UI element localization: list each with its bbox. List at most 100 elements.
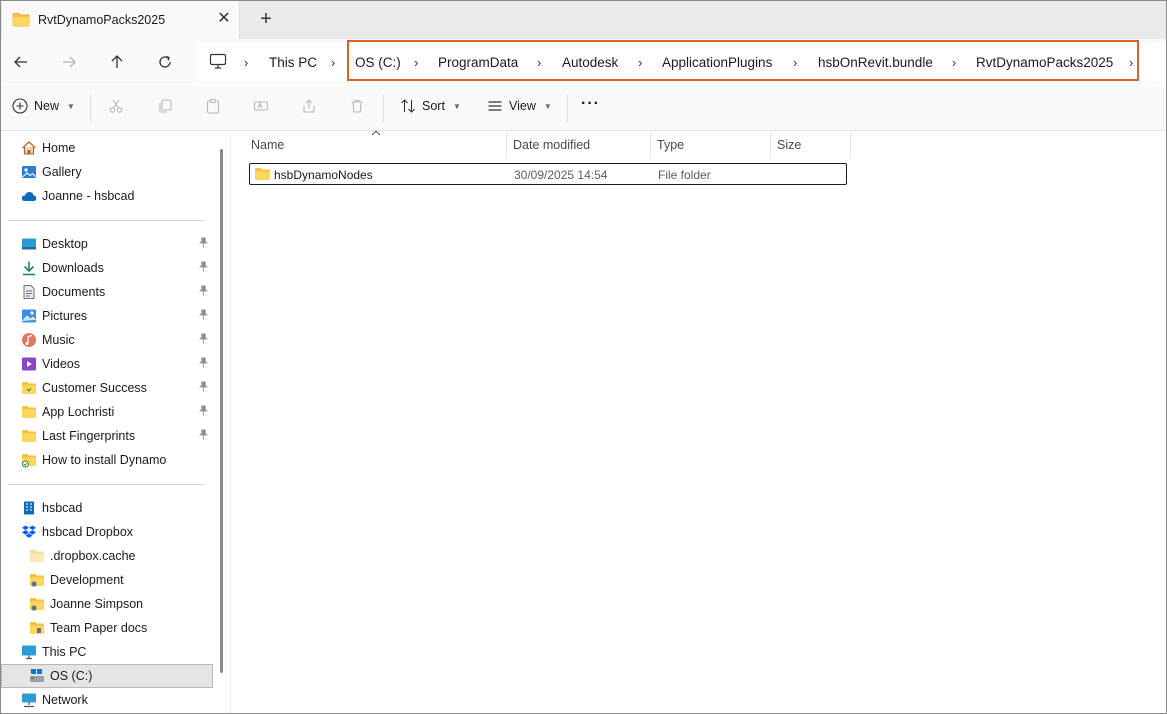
desktop-icon bbox=[22, 238, 36, 250]
sidebar-item-label: Music bbox=[42, 333, 75, 347]
sidebar-item-music[interactable]: Music bbox=[1, 328, 213, 352]
table-row[interactable]: hsbDynamoNodes 30/09/2025 14:54 File fol… bbox=[249, 163, 847, 185]
column-header-size[interactable]: Size bbox=[771, 132, 851, 158]
sidebar-item-joanne-hsbcad[interactable]: Joanne - hsbcad bbox=[1, 184, 213, 208]
refresh-button[interactable] bbox=[153, 50, 177, 74]
pin-icon[interactable] bbox=[198, 405, 209, 419]
folder-icon bbox=[30, 550, 44, 562]
view-button[interactable]: View ▼ bbox=[487, 98, 552, 114]
music-icon bbox=[22, 333, 36, 347]
breadcrumb-separator: › bbox=[537, 55, 542, 70]
cloud-icon bbox=[21, 192, 37, 201]
folder-icon bbox=[22, 430, 36, 442]
sidebar-item-development[interactable]: Development bbox=[1, 568, 213, 592]
pin-icon[interactable] bbox=[198, 285, 209, 299]
sidebar-item-this-pc[interactable]: This PC bbox=[1, 640, 213, 664]
tab-title: RvtDynamoPacks2025 bbox=[38, 13, 166, 27]
sidebar-divider bbox=[8, 484, 204, 485]
pin-icon[interactable] bbox=[198, 309, 209, 323]
delete-button[interactable] bbox=[349, 98, 365, 114]
sidebar-item-label: This PC bbox=[42, 645, 87, 659]
breadcrumb-rvtdynamopacks2025[interactable]: RvtDynamoPacks2025 bbox=[976, 55, 1113, 70]
up-button[interactable] bbox=[105, 50, 129, 74]
sidebar-item-joanne-simpson[interactable]: Joanne Simpson bbox=[1, 592, 213, 616]
sidebar-item-videos[interactable]: Videos bbox=[1, 352, 213, 376]
file-type: File folder bbox=[658, 168, 711, 182]
cut-button[interactable] bbox=[108, 98, 124, 114]
breadcrumb-separator[interactable]: › bbox=[1129, 55, 1133, 70]
pin-icon[interactable] bbox=[198, 381, 209, 395]
pin-icon[interactable] bbox=[198, 237, 209, 251]
sidebar-item-hsbcad-dropbox[interactable]: hsbcad Dropbox bbox=[1, 520, 213, 544]
pin-icon[interactable] bbox=[198, 429, 209, 443]
view-label: View bbox=[509, 99, 536, 113]
home-icon bbox=[22, 141, 36, 155]
sidebar-item-label: Documents bbox=[42, 285, 106, 299]
sidebar-item-home[interactable]: Home bbox=[1, 136, 213, 160]
new-label: New bbox=[34, 99, 60, 113]
sidebar-item-pictures[interactable]: Pictures bbox=[1, 304, 213, 328]
back-button[interactable] bbox=[9, 50, 33, 74]
new-tab-button[interactable]: + bbox=[255, 9, 277, 31]
sidebar-item-desktop[interactable]: Desktop bbox=[1, 232, 213, 256]
paste-button[interactable] bbox=[205, 98, 221, 114]
rename-button[interactable] bbox=[253, 98, 269, 114]
breadcrumb-programdata[interactable]: ProgramData bbox=[438, 55, 518, 70]
gallery-icon bbox=[22, 166, 36, 178]
sidebar-item-last-fingerprints[interactable]: Last Fingerprints bbox=[1, 424, 213, 448]
sidebar-item-os-c[interactable]: OS (C:) bbox=[1, 664, 213, 688]
pin-icon[interactable] bbox=[198, 333, 209, 347]
sidebar-item-how-to-install-dynamo[interactable]: How to install Dynamo bbox=[1, 448, 213, 472]
pin-icon[interactable] bbox=[198, 357, 209, 371]
forward-button[interactable] bbox=[57, 50, 81, 74]
sidebar-item-label: Joanne - hsbcad bbox=[42, 189, 135, 203]
arrow-up-icon bbox=[111, 55, 123, 68]
column-header-type[interactable]: Type bbox=[651, 132, 771, 158]
breadcrumb-autodesk[interactable]: Autodesk bbox=[562, 55, 618, 70]
sidebar-item-documents[interactable]: Documents bbox=[1, 280, 213, 304]
sidebar-item-network[interactable]: Network bbox=[1, 688, 213, 712]
tab-rvtdynamopacks2025[interactable]: RvtDynamoPacks2025 ✕ bbox=[2, 1, 240, 39]
sidebar-item-customer-success[interactable]: Customer Success bbox=[1, 376, 213, 400]
more-options-button[interactable]: ··· bbox=[581, 95, 600, 113]
sort-label: Sort bbox=[422, 99, 445, 113]
new-button[interactable]: New ▼ bbox=[12, 98, 75, 114]
sidebar-item-team-paper-docs[interactable]: Team Paper docs bbox=[1, 616, 213, 640]
breadcrumb-this-pc[interactable]: This PC bbox=[269, 55, 317, 70]
sidebar-item-label: Pictures bbox=[42, 309, 88, 323]
sidebar-item-hsbcad[interactable]: hsbcad bbox=[1, 496, 213, 520]
download-icon bbox=[23, 261, 35, 276]
copy-button[interactable] bbox=[157, 98, 173, 114]
sidebar-item-dropbox-cache[interactable]: .dropbox.cache bbox=[1, 544, 213, 568]
scrollbar-thumb[interactable] bbox=[220, 149, 223, 673]
videos-icon bbox=[22, 357, 36, 371]
file-list: Name Date modified Type Size hsbDynamoNo… bbox=[230, 130, 1166, 713]
breadcrumb-applicationplugins[interactable]: ApplicationPlugins bbox=[662, 55, 772, 70]
sidebar-item-label: OS (C:) bbox=[50, 669, 93, 683]
sidebar-item-label: Development bbox=[50, 573, 124, 587]
folder-icon bbox=[12, 12, 30, 30]
trash-icon bbox=[351, 99, 363, 113]
sidebar-item-app-lochristi[interactable]: App Lochristi bbox=[1, 400, 213, 424]
file-date-modified: 30/09/2025 14:54 bbox=[514, 168, 608, 182]
sidebar-item-label: Downloads bbox=[42, 261, 104, 275]
sidebar-item-label: hsbcad bbox=[42, 501, 83, 515]
close-tab-icon[interactable]: ✕ bbox=[214, 9, 234, 29]
breadcrumb-hsbonrevit-bundle[interactable]: hsbOnRevit.bundle bbox=[818, 55, 933, 70]
sidebar-scrollbar[interactable] bbox=[218, 149, 224, 673]
sidebar-item-downloads[interactable]: Downloads bbox=[1, 256, 213, 280]
share-icon bbox=[303, 99, 315, 113]
column-header-date-modified[interactable]: Date modified bbox=[507, 132, 651, 158]
address-bar[interactable]: › This PC › OS (C:) › ProgramData › Auto… bbox=[197, 43, 1166, 81]
sort-button[interactable]: Sort ▼ bbox=[400, 98, 461, 114]
documents-icon bbox=[23, 285, 35, 299]
column-header-name[interactable]: Name bbox=[245, 132, 507, 158]
chevron-down-icon: ▼ bbox=[543, 101, 552, 111]
sidebar-item-gallery[interactable]: Gallery bbox=[1, 160, 213, 184]
pin-icon[interactable] bbox=[198, 261, 209, 275]
breadcrumb-separator: › bbox=[414, 55, 419, 70]
breadcrumb-os-c[interactable]: OS (C:) bbox=[355, 55, 401, 70]
pc-icon bbox=[22, 645, 36, 660]
share-button[interactable] bbox=[301, 98, 317, 114]
command-bar: New ▼ Sort ▼ View ▼ ··· bbox=[1, 85, 1166, 131]
